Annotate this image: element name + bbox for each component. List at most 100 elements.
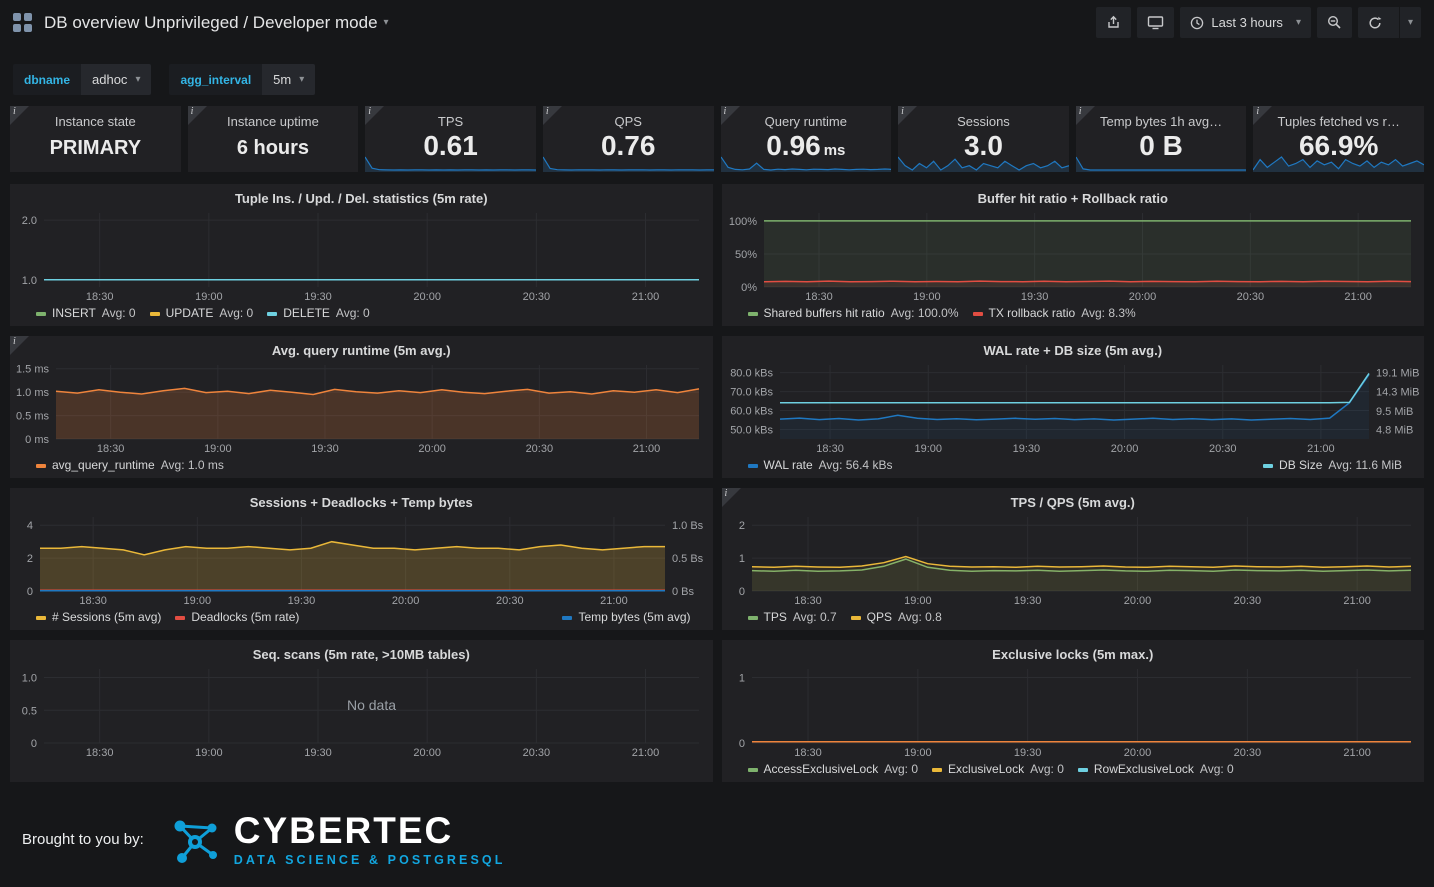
panel-sessions-deadlocks: Sessions + Deadlocks + Temp bytes 18:301… <box>10 488 713 630</box>
stat-value: 6 hours <box>188 137 359 159</box>
legend-item[interactable]: Shared buffers hit ratio Avg: 100.0% <box>748 305 959 322</box>
panel-title[interactable]: TPS / QPS (5m avg.) <box>722 488 1425 512</box>
panel-info-icon[interactable]: i <box>721 106 740 125</box>
legend-item[interactable]: UPDATEAvg: 0 <box>150 305 254 322</box>
panel-title[interactable]: Avg. query runtime (5m avg.) <box>10 336 713 360</box>
svg-text:20:00: 20:00 <box>1128 291 1156 303</box>
dashboards-grid-icon[interactable] <box>13 13 32 32</box>
svg-text:1: 1 <box>738 553 744 565</box>
svg-text:18:30: 18:30 <box>805 291 833 303</box>
svg-text:18:30: 18:30 <box>79 595 107 607</box>
legend-item[interactable]: ShareRowExclusiveLockAvg: 0 <box>748 780 936 782</box>
legend-label: DELETE <box>283 305 330 322</box>
panel-info-icon[interactable]: i <box>722 488 741 507</box>
panel-info-icon[interactable]: i <box>1076 106 1095 125</box>
chart-canvas[interactable]: 18:3019:0019:3020:0020:3021:001.02.0 <box>10 208 713 304</box>
legend-item[interactable]: Temp bytes (5m avg) <box>562 609 690 626</box>
legend-item[interactable]: RowExclusiveLockAvg: 0 <box>1078 761 1234 778</box>
legend-item[interactable]: WAL rateAvg: 56.4 kBs <box>748 457 893 474</box>
stat-value: 0.61 <box>365 131 536 162</box>
series-color-marker <box>851 616 861 620</box>
svg-text:No data: No data <box>347 697 396 713</box>
chart-legend: Shared buffers hit ratio Avg: 100.0% TX ro… <box>722 304 1425 322</box>
chart-canvas[interactable]: 18:3019:0019:3020:0020:3021:0000.51.0No … <box>10 664 713 760</box>
chart-canvas[interactable]: 18:3019:0019:3020:0020:3021:000%50%100% <box>722 208 1425 304</box>
chart-canvas[interactable]: 18:3019:0019:3020:0020:3021:000240 Bs0.5… <box>10 512 713 608</box>
stat-title[interactable]: TPS <box>365 114 536 129</box>
legend-avg-value: Avg: 0 <box>102 305 136 322</box>
stat-title[interactable]: QPS <box>543 114 714 129</box>
series-color-marker <box>1263 464 1273 468</box>
stat-title[interactable]: Tuples fetched vs r… <box>1253 114 1424 129</box>
legend-label: AccessExclusiveLock <box>764 761 879 778</box>
brand-subtitle: DATA SCIENCE & POSTGRESQL <box>234 853 506 867</box>
panel-info-icon[interactable]: i <box>543 106 562 125</box>
stat-title[interactable]: Instance uptime <box>188 114 359 129</box>
panel-info-icon[interactable]: i <box>188 106 207 125</box>
chart-canvas[interactable]: 18:3019:0019:3020:0020:3021:0001 <box>722 664 1425 760</box>
tv-mode-button[interactable] <box>1137 7 1174 38</box>
variable-dbname-value[interactable]: adhoc ▾ <box>81 64 151 95</box>
refresh-interval-dropdown[interactable]: ▾ <box>1399 7 1421 38</box>
panel-title[interactable]: WAL rate + DB size (5m avg.) <box>722 336 1425 360</box>
legend-item[interactable]: ExclusiveLockAvg: 0 <box>932 761 1064 778</box>
panel-info-icon[interactable]: i <box>365 106 384 125</box>
panel-title[interactable]: Exclusive locks (5m max.) <box>722 640 1425 664</box>
legend-label: avg_query_runtime <box>52 457 155 474</box>
legend-label: Shared buffers hit ratio <box>764 305 885 322</box>
zoom-out-button[interactable] <box>1317 7 1352 38</box>
svg-text:0 ms: 0 ms <box>25 434 49 446</box>
legend-avg-value: Avg: 56.4 kBs <box>819 457 893 474</box>
legend-item[interactable]: TX rollback ratioAvg: 8.3% <box>973 305 1136 322</box>
share-button[interactable] <box>1096 7 1131 38</box>
variable-agg-interval-value[interactable]: 5m ▾ <box>262 64 315 95</box>
series-color-marker <box>562 616 572 620</box>
legend-item[interactable]: INSERTAvg: 0 <box>36 305 136 322</box>
panel-title[interactable]: Tuple Ins. / Upd. / Del. statistics (5m … <box>10 184 713 208</box>
legend-item[interactable]: avg_query_runtime Avg: 1.0 ms <box>36 457 224 474</box>
time-range-picker[interactable]: Last 3 hours ▾ <box>1180 7 1311 38</box>
legend-avg-value: Avg: 1.0 ms <box>161 457 224 474</box>
stat-panel-sessions: i Sessions 3.0 <box>898 106 1069 172</box>
svg-text:19:30: 19:30 <box>304 747 332 759</box>
legend-item[interactable]: AccessExclusiveLockAvg: 0 <box>748 761 919 778</box>
legend-avg-value: Avg: 100.0% <box>891 305 959 322</box>
legend-label: ShareUpdateExclusiveLock <box>965 780 1112 782</box>
svg-text:19.1 MiB: 19.1 MiB <box>1376 368 1419 380</box>
svg-text:19:00: 19:00 <box>914 443 942 455</box>
legend-item[interactable]: # Sessions (5m avg) <box>36 609 161 626</box>
legend-item[interactable]: DB SizeAvg: 11.6 MiB <box>1263 457 1402 474</box>
svg-text:20:00: 20:00 <box>413 747 441 759</box>
dashboard-title[interactable]: DB overview Unprivileged / Developer mod… <box>44 13 378 33</box>
chart-canvas[interactable]: 18:3019:0019:3020:0020:3021:000 ms0.5 ms… <box>10 360 713 456</box>
stat-title[interactable]: Sessions <box>898 114 1069 129</box>
panel-info-icon[interactable]: i <box>10 336 29 355</box>
stat-title[interactable]: Temp bytes 1h avg… <box>1076 114 1247 129</box>
legend-item[interactable]: ShareUpdateExclusiveLockAvg: 0 <box>949 780 1152 782</box>
panel-title[interactable]: Sessions + Deadlocks + Temp bytes <box>10 488 713 512</box>
panel-info-icon[interactable]: i <box>1253 106 1272 125</box>
refresh-button[interactable] <box>1358 7 1392 38</box>
svg-text:0: 0 <box>738 586 744 598</box>
legend-item[interactable]: DELETEAvg: 0 <box>267 305 370 322</box>
chart-canvas[interactable]: 18:3019:0019:3020:0020:3021:0050.0 kBs60… <box>722 360 1425 456</box>
zoom-out-icon <box>1327 15 1342 30</box>
legend-item[interactable]: QPSAvg: 0.8 <box>851 609 942 626</box>
clock-icon <box>1190 16 1204 30</box>
panel-info-icon[interactable]: i <box>898 106 917 125</box>
legend-label: DB Size <box>1279 457 1322 474</box>
legend-avg-value: Avg: 0.7 <box>793 609 837 626</box>
panel-title[interactable]: Buffer hit ratio + Rollback ratio <box>722 184 1425 208</box>
legend-item[interactable]: Deadlocks (5m rate) <box>175 609 299 626</box>
time-range-label: Last 3 hours <box>1211 15 1283 30</box>
stat-title[interactable]: Query runtime <box>721 114 892 129</box>
chevron-down-icon: ▾ <box>135 74 140 85</box>
template-variables-row: dbname adhoc ▾ agg_interval 5m ▾ <box>13 64 1421 95</box>
svg-text:21:00: 21:00 <box>600 595 628 607</box>
panel-info-icon[interactable]: i <box>10 106 29 125</box>
legend-item[interactable]: TPSAvg: 0.7 <box>748 609 837 626</box>
svg-text:18:30: 18:30 <box>97 443 125 455</box>
chart-canvas[interactable]: 18:3019:0019:3020:0020:3021:00012 <box>722 512 1425 608</box>
stat-title[interactable]: Instance state <box>10 114 181 129</box>
panel-title[interactable]: Seq. scans (5m rate, >10MB tables) <box>10 640 713 664</box>
